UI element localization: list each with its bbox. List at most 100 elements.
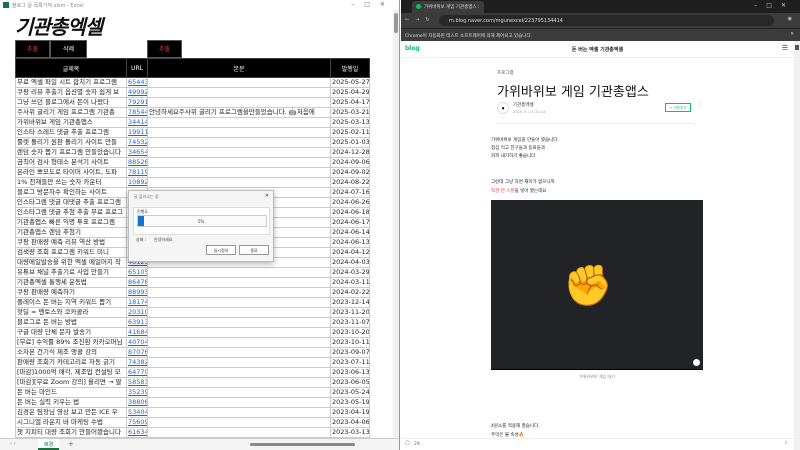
stop-button[interactable]: 종료 <box>239 245 269 255</box>
author[interactable]: 기관총엑셀 <box>513 102 534 108</box>
page-scrollbar[interactable] <box>794 41 800 450</box>
url-cell[interactable]: 86478 <box>126 277 148 288</box>
url-cell[interactable]: 88526 <box>126 157 148 168</box>
window-title: 블로그 글 목록가져.xlsm - Excel <box>12 3 84 9</box>
url-cell[interactable]: 78119 <box>126 167 148 178</box>
date-cell: 2025-01-03 <box>330 137 370 148</box>
date-cell: 2024-09-06 <box>330 157 370 168</box>
browser-tab[interactable]: 가위바위보 게임 기관총앱스 : <box>412 1 484 13</box>
date-cell: 2023-05-24 <box>330 387 370 398</box>
fullscreen-icon[interactable] <box>693 359 700 366</box>
url-cell[interactable]: 18174 <box>126 297 148 308</box>
url-cell[interactable]: 64770 <box>126 367 148 378</box>
table-row: 쿠팡 리뷰 추출기 옵션별 숫자 쉽게 보 49992 2025-04-29 <box>15 87 370 98</box>
sheet-nav-arrows[interactable]: ‹ › <box>10 441 16 447</box>
table-row: 가위바위보 게임 기관총앱스 34414 2025-03-13 <box>15 117 370 128</box>
url-cell[interactable]: 79291 <box>126 97 148 108</box>
avatar[interactable]: ● <box>497 102 509 114</box>
window-controls[interactable]: –□✕ <box>754 2 795 9</box>
table-row: [마감][무료 Zoom 강의] 올리면 → 팔 58583 2023-06-05 <box>15 377 370 388</box>
more-icon[interactable]: ⋮ <box>697 102 703 109</box>
extract-body-button[interactable]: 추출 <box>147 40 182 58</box>
add-neighbor-button[interactable]: + 이웃추가 <box>665 103 691 112</box>
title-cell: 쿠팡 판매량 예측하기 <box>15 287 127 298</box>
table-row: 구글 대량 단체 문자 발송기 41684 2023-10-20 <box>15 327 370 338</box>
date-cell: 2024-03-11 <box>330 277 370 288</box>
title-cell: 돈 버는 마인드 <box>15 387 127 398</box>
url-cell[interactable]: 63913 <box>126 317 148 328</box>
table-row: 룰렛 돌리기 원판 돌리기 사이트 만들 74532 2025-01-03 <box>15 137 370 148</box>
progress-percent: 5% <box>198 219 205 224</box>
title-cell: 블로그로 돈 버는 방법 <box>15 317 127 328</box>
table-row: 핫딜 = 멘토스와 코카콜라 20310 2023-11-20 <box>15 307 370 318</box>
vertical-scrollbar[interactable] <box>393 10 399 440</box>
url-cell[interactable]: 20310 <box>126 307 148 318</box>
url-cell[interactable]: 53404 <box>126 407 148 418</box>
body-cell <box>147 427 331 438</box>
sheet-tab[interactable]: 배경 <box>38 439 60 450</box>
add-sheet-button[interactable]: + <box>68 440 74 448</box>
table-row: 챗 지피티 대량 조회기 만들어봤습니다 61634 2023-03-13 <box>15 427 370 438</box>
nav-buttons[interactable]: ←→↻ <box>405 17 436 23</box>
body-cell <box>147 397 331 408</box>
url-cell[interactable]: 87076 <box>126 347 148 358</box>
url-cell[interactable]: 19911 <box>126 127 148 138</box>
date-cell: 2024-02-22 <box>330 287 370 298</box>
url-cell[interactable]: 88993 <box>126 287 148 298</box>
url-cell[interactable]: 35239 <box>126 387 148 398</box>
progress-dialog: 글 불러오는 중 ✕ 진행도 5% 상태 : 안녕하세요 일시정지 종료 <box>128 190 274 262</box>
date-cell: 2025-05-27 <box>330 77 370 88</box>
url-cell[interactable]: 65105 <box>126 267 148 278</box>
url-cell[interactable]: 10892 <box>126 177 148 188</box>
profile-icon[interactable]: ◉ <box>788 16 792 22</box>
url-cell[interactable]: 41684 <box>126 327 148 338</box>
body-cell <box>147 97 331 108</box>
address-bar[interactable]: m.blog.naver.com/mgunexcel/223795134414 <box>439 15 774 26</box>
url-cell[interactable]: 65443 <box>126 77 148 88</box>
comment-icon[interactable]: ◯ <box>405 441 410 446</box>
body-cell <box>147 137 331 148</box>
window-controls[interactable]: –□✕ <box>351 1 395 8</box>
table-row: 기관총엑셀 통행세 운동법 86478 2024-03-11 <box>15 277 370 288</box>
automation-infobar: Chrome이 자동화된 테스트 소프트웨어에 의해 제어되고 있습니다. ✕ <box>401 28 800 41</box>
url-cell[interactable]: 49992 <box>126 87 148 98</box>
date-cell: 2023-06-13 <box>330 367 370 378</box>
body-cell <box>147 167 331 178</box>
body-cell <box>147 287 331 298</box>
table-row: 김경은 팀장님 영상 보고 만든 ICE 우 53404 2023-04-19 <box>15 407 370 418</box>
post-title: 가위바위보 게임 기관총앱스 <box>497 85 649 100</box>
url-cell[interactable]: 74382 <box>126 357 148 368</box>
title-cell: 검색량 조회 프로그램 키워드 미니 <box>15 247 127 258</box>
share-icon[interactable]: ⇪ <box>784 441 788 446</box>
url-cell[interactable]: 34414 <box>126 117 148 128</box>
url-cell[interactable]: 38806 <box>126 397 148 408</box>
title-cell: 챗 지피티 대량 조회기 만들어봤습니다 <box>15 427 127 438</box>
game-embed[interactable]: ✊ <box>491 200 703 370</box>
title-cell: 기관총엑셀 통행세 운동법 <box>15 277 127 288</box>
blog-name[interactable]: 돈 버는 엑셀 기관총엑셀 <box>401 46 794 53</box>
body-cell <box>147 347 331 358</box>
category[interactable]: 프로그램 <box>497 70 514 76</box>
url-cell[interactable]: 78544 <box>126 107 148 118</box>
menu-icon[interactable]: ☰ <box>782 44 788 52</box>
title-cell: [마감][무료 Zoom 강의] 올리면 → 팔 <box>15 377 127 388</box>
delete-button[interactable]: 삭제 <box>50 40 87 58</box>
date-cell: 2023-03-13 <box>330 427 370 438</box>
close-icon[interactable]: ✕ <box>265 193 269 199</box>
body-line: 가위바위보 게임을 만들어 봤습니다. <box>491 138 559 143</box>
title-cell: [무료] 수익률 89% 조진환 카카오머님 <box>15 337 127 348</box>
close-icon[interactable]: ✕ <box>790 32 794 37</box>
url-cell[interactable]: 58583 <box>126 377 148 388</box>
url-cell[interactable]: 61634 <box>126 427 148 438</box>
extract-button[interactable]: 추출 <box>15 40 50 58</box>
date-cell: 2025-03-21 <box>330 107 370 118</box>
pause-button[interactable]: 일시정지 <box>206 245 236 255</box>
horizontal-scrollbar[interactable] <box>250 443 355 446</box>
post-date: 2025. 3. 13. 22:14 <box>513 110 546 114</box>
url-cell[interactable]: 34654 <box>126 147 148 158</box>
url-cell[interactable]: 75609 <box>126 417 148 428</box>
body-cell <box>147 277 331 288</box>
url-cell[interactable]: 74532 <box>126 137 148 148</box>
body-cell <box>147 147 331 158</box>
url-cell[interactable]: 40704 <box>126 337 148 348</box>
